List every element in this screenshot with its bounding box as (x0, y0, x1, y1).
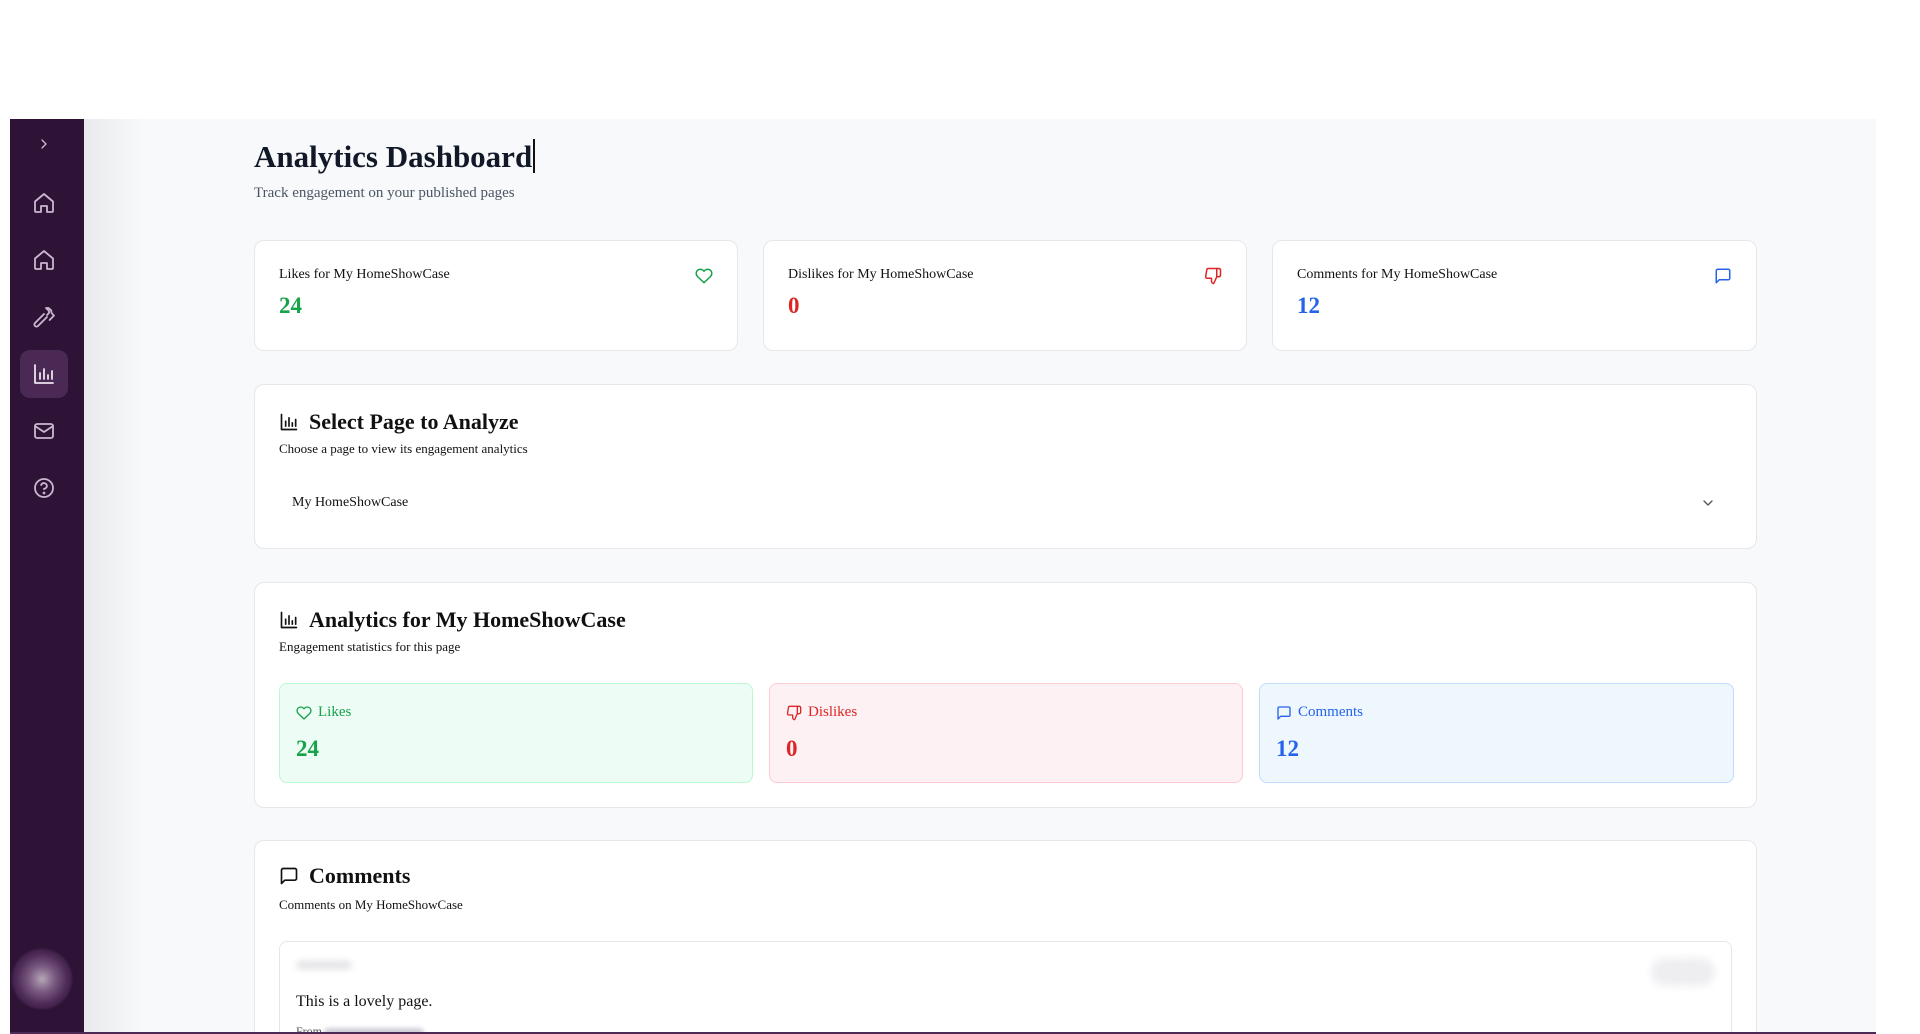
comment-item: This is a lovely page. From (279, 941, 1732, 1034)
comment-text: This is a lovely page. (296, 993, 433, 1010)
heart-icon (296, 705, 312, 720)
likes-metric-label: Likes (296, 704, 351, 721)
home-icon (34, 250, 54, 270)
thumbs-down-icon (786, 705, 802, 720)
chevron-down-icon (1703, 500, 1713, 506)
comments-metric: Comments 12 (1259, 683, 1734, 783)
comments-summary-value: 12 (1297, 293, 1320, 318)
mail-icon (34, 423, 54, 439)
comment-from-label: From (296, 1024, 323, 1034)
comment-email-redacted (324, 1027, 425, 1032)
bar-chart-icon (34, 364, 54, 384)
help-circle-icon (34, 478, 54, 498)
dislikes-metric-label: Dislikes (786, 704, 857, 721)
likes-metric-value: 24 (296, 736, 319, 761)
sidebar-item-build[interactable] (20, 293, 68, 341)
main-content: Analytics Dashboard Track engagement on … (254, 119, 1757, 1032)
message-square-icon (1277, 705, 1291, 720)
likes-metric-text: Likes (318, 704, 352, 720)
analytics-heading: Analytics for My HomeShowCase (279, 607, 626, 633)
sidebar-item-messages[interactable] (20, 407, 68, 455)
select-page-title: Select Page to Analyze (309, 409, 519, 434)
comment-from: From (296, 1024, 425, 1034)
select-page-card: Select Page to Analyze Choose a page to … (254, 384, 1757, 549)
select-page-heading: Select Page to Analyze (279, 409, 519, 435)
comments-title: Comments (309, 863, 411, 888)
likes-summary-value: 24 (279, 293, 302, 318)
analytics-description: Engagement statistics for this page (279, 639, 461, 654)
text-caret (533, 139, 536, 173)
sidebar-shadow (84, 119, 144, 1032)
bar-chart-icon (280, 611, 298, 629)
bar-chart-icon (280, 413, 298, 431)
home-icon (34, 193, 54, 213)
comment-date-redacted (1651, 958, 1715, 986)
comments-metric-text: Comments (1298, 704, 1364, 720)
analytics-card: Analytics for My HomeShowCase Engagement… (254, 582, 1757, 808)
dislikes-summary-value: 0 (788, 293, 800, 318)
comments-card: Comments Comments on My HomeShowCase Thi… (254, 840, 1757, 1034)
page-subtitle: Track engagement on your published pages (254, 185, 515, 201)
sidebar-toggle-button[interactable] (20, 127, 68, 161)
chevron-right-icon (41, 139, 47, 149)
likes-summary-card: Likes for My HomeShowCase 24 (254, 240, 738, 351)
sidebar-item-home-2[interactable] (20, 236, 68, 284)
message-square-icon (1715, 268, 1731, 284)
thumbs-down-icon (1204, 267, 1222, 285)
sidebar (10, 119, 84, 1032)
dislikes-metric-value: 0 (786, 736, 798, 761)
comment-author-redacted (296, 960, 352, 970)
comments-summary-card: Comments for My HomeShowCase 12 (1272, 240, 1757, 351)
sidebar-item-analytics[interactable] (20, 350, 68, 398)
dislikes-summary-label: Dislikes for My HomeShowCase (788, 267, 974, 282)
select-page-description: Choose a page to view its engagement ana… (279, 441, 528, 456)
dislikes-metric: Dislikes 0 (769, 683, 1243, 783)
avatar[interactable] (12, 949, 72, 1009)
sidebar-item-home[interactable] (20, 179, 68, 227)
comments-metric-value: 12 (1276, 736, 1299, 761)
dislikes-metric-text: Dislikes (808, 704, 858, 720)
comments-heading: Comments (279, 863, 410, 889)
comments-metric-label: Comments (1276, 704, 1363, 721)
page-select-value: My HomeShowCase (292, 495, 409, 510)
page-title: Analytics Dashboard (254, 139, 536, 175)
app-frame: Analytics Dashboard Track engagement on … (10, 119, 1876, 1034)
likes-metric: Likes 24 (279, 683, 753, 783)
heart-icon (695, 268, 713, 284)
sidebar-item-help[interactable] (20, 464, 68, 512)
comments-summary-label: Comments for My HomeShowCase (1297, 267, 1498, 282)
dislikes-summary-card: Dislikes for My HomeShowCase 0 (763, 240, 1247, 351)
likes-summary-label: Likes for My HomeShowCase (279, 267, 450, 282)
message-square-icon (280, 867, 298, 885)
comments-description: Comments on My HomeShowCase (279, 897, 463, 912)
page-select-dropdown[interactable]: My HomeShowCase (279, 481, 1732, 525)
analytics-title: Analytics for My HomeShowCase (309, 607, 626, 632)
hammer-icon (33, 307, 55, 328)
